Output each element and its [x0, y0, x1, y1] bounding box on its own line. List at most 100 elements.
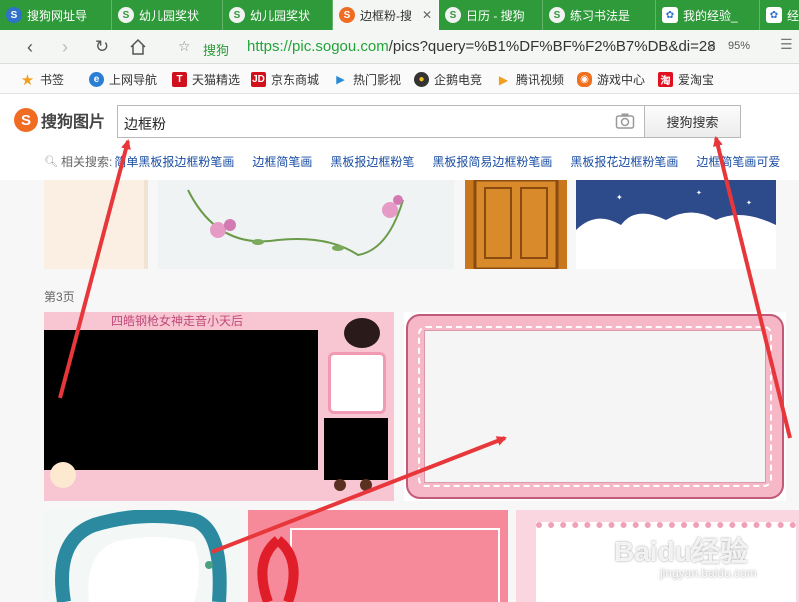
- bookmark-item[interactable]: e 上网导航: [89, 71, 157, 88]
- page-content: S 搜狗图片 边框粉 搜狗搜索 🔍︎ 相关搜索: 简单黑板报边框粉笔画 边框简笔…: [0, 94, 799, 602]
- url-path: /pics?query=%B1%DF%BF%F2%B7%DB&di=28: [388, 38, 716, 55]
- bookmark-label: 腾讯视频: [516, 73, 565, 87]
- related-link[interactable]: 边框简笔画: [252, 153, 312, 170]
- address-bar: ‹ › ↻ ☆ 搜狗 https://pic.sogou.com/pics?qu…: [0, 30, 799, 64]
- star-icon: ★: [20, 71, 35, 89]
- baidu-paw-icon: ✿: [662, 7, 678, 23]
- bookmark-label: 书签: [40, 73, 65, 87]
- tencent-video-icon: ▶: [498, 72, 509, 87]
- zoom-icon[interactable]: ⌕: [709, 38, 716, 54]
- sogou-icon: S: [445, 7, 461, 23]
- tab-1[interactable]: S 幼儿园奖状: [112, 0, 223, 30]
- reload-button[interactable]: ↻: [90, 35, 114, 59]
- sogou-pic-logo[interactable]: S 搜狗图片: [14, 108, 105, 132]
- zoom-level[interactable]: 95%: [728, 40, 750, 52]
- search-value: 边框粉: [124, 116, 166, 132]
- tab-label: 幼儿园奖状: [250, 8, 311, 23]
- chevron-right-icon: ›: [62, 36, 68, 57]
- url-field[interactable]: https://pic.sogou.com/pics?query=%B1%DF%…: [247, 38, 716, 55]
- site-name: 搜狗: [203, 43, 230, 58]
- taobao-icon: 淘: [658, 72, 673, 87]
- sogou-icon: S: [229, 7, 245, 23]
- bookmark-label: 京东商城: [271, 73, 320, 87]
- tab-7[interactable]: ✿ 经: [760, 0, 799, 30]
- tab-label: 边框粉-搜: [360, 8, 412, 23]
- image-thumbnail[interactable]: [44, 180, 148, 269]
- image-thumbnail[interactable]: [44, 510, 240, 602]
- search-input[interactable]: 边框粉: [117, 105, 645, 138]
- page-number-label: 第3页: [44, 290, 75, 304]
- sogou-icon: S: [549, 7, 565, 23]
- tab-label: 经: [787, 8, 799, 23]
- related-link[interactable]: 黑板报边框粉笔: [330, 153, 414, 170]
- watermark-url: jingyan.baidu.com: [660, 566, 757, 580]
- tab-label: 幼儿园奖状: [139, 8, 200, 23]
- search-button[interactable]: 搜狗搜索: [645, 105, 741, 138]
- camera-icon[interactable]: [614, 112, 636, 132]
- bookmark-label: 天猫精选: [192, 73, 241, 87]
- e-icon: e: [89, 72, 104, 87]
- bookmark-item[interactable]: JD 京东商城: [251, 71, 319, 88]
- related-link[interactable]: 简单黑板报边框粉笔画: [114, 153, 234, 170]
- sogou-logo-icon: S: [14, 108, 38, 132]
- penguin-icon: ●: [414, 72, 429, 87]
- thumbnail-banner-text: 四皓钢枪女神走音小天后: [111, 314, 244, 328]
- home-icon: [130, 38, 146, 55]
- bookmark-star-icon[interactable]: ☆: [178, 38, 191, 55]
- image-thumbnail[interactable]: [404, 312, 786, 501]
- bookmark-label: 热门影视: [353, 73, 402, 87]
- svg-text:✦: ✦: [746, 199, 752, 207]
- search-icon: 🔍︎: [44, 156, 58, 168]
- sogou-icon: S: [6, 7, 22, 23]
- baidu-paw-icon: ✿: [766, 7, 782, 23]
- related-link[interactable]: 黑板报花边框粉笔画: [570, 153, 678, 170]
- forward-button[interactable]: ›: [53, 35, 77, 59]
- image-thumbnail[interactable]: 四皓钢枪女神走音小天后: [44, 312, 394, 501]
- bookmark-label: 上网导航: [109, 73, 158, 87]
- bookmark-item[interactable]: ▶ 热门影视: [333, 71, 401, 88]
- tab-bar: S 搜狗网址导 S 幼儿园奖状 S 幼儿园奖状 S 边框粉-搜 ✕ S 日历 -…: [0, 0, 799, 30]
- close-icon[interactable]: ✕: [422, 8, 432, 22]
- bookmark-item[interactable]: ▶ 腾讯视频: [496, 71, 564, 88]
- sogou-icon: S: [118, 7, 134, 23]
- sogou-icon: S: [339, 7, 355, 23]
- tab-label: 我的经验_: [683, 8, 738, 23]
- reload-icon: ↻: [94, 37, 110, 56]
- tab-5[interactable]: S 练习书法是: [543, 0, 656, 30]
- related-link[interactable]: 黑板报简易边框粉笔画: [432, 153, 552, 170]
- svg-text:✦: ✦: [696, 189, 702, 197]
- browser-window: S 搜狗网址导 S 幼儿园奖状 S 幼儿园奖状 S 边框粉-搜 ✕ S 日历 -…: [0, 0, 799, 602]
- menu-icon[interactable]: ☰: [780, 36, 793, 53]
- tab-4[interactable]: S 日历 - 搜狗: [439, 0, 543, 30]
- bookmark-label: 爱淘宝: [678, 73, 715, 87]
- play-icon: ▶: [336, 74, 345, 86]
- bookmark-item[interactable]: ◉ 游戏中心: [577, 71, 645, 88]
- bookmark-item[interactable]: 淘 爱淘宝: [658, 71, 714, 88]
- bookmarks-bar: ★ 书签 e 上网导航 T 天猫精选 JD 京东商城 ▶ 热门影视 ● 企鹅电竞…: [0, 64, 799, 94]
- related-label: 相关搜索:: [60, 155, 113, 169]
- bookmark-item[interactable]: ★ 书签: [20, 71, 65, 89]
- bookmark-item[interactable]: T 天猫精选: [172, 71, 240, 88]
- related-searches: 🔍︎ 相关搜索: 简单黑板报边框粉笔画 边框简笔画 黑板报边框粉笔 黑板报简易边…: [44, 153, 799, 170]
- image-thumbnail[interactable]: [465, 180, 567, 269]
- tab-3[interactable]: S 边框粉-搜 ✕: [333, 0, 439, 30]
- tab-label: 搜狗网址导: [27, 8, 88, 23]
- image-thumbnail[interactable]: [248, 510, 508, 602]
- bookmark-label: 游戏中心: [597, 73, 646, 87]
- tab-2[interactable]: S 幼儿园奖状: [223, 0, 333, 30]
- home-button[interactable]: [126, 35, 150, 59]
- tab-6[interactable]: ✿ 我的经验_: [656, 0, 760, 30]
- back-button[interactable]: ‹: [18, 35, 42, 59]
- svg-text:✦: ✦: [616, 193, 623, 202]
- baidu-jingyan-watermark: Baidu经验: [614, 536, 748, 567]
- tab-0[interactable]: S 搜狗网址导: [0, 0, 112, 30]
- tab-label: 日历 - 搜狗: [466, 8, 525, 23]
- image-thumbnail[interactable]: [158, 180, 454, 269]
- bookmark-item[interactable]: ● 企鹅电竞: [414, 71, 482, 88]
- tmall-icon: T: [172, 72, 187, 87]
- image-thumbnail[interactable]: ✦ ✦ ✦: [576, 180, 776, 269]
- related-link[interactable]: 边框简笔画可爱: [696, 153, 780, 170]
- bookmark-label: 企鹅电竞: [434, 73, 483, 87]
- url-host: https://pic.sogou.com: [247, 38, 389, 55]
- jd-icon: JD: [251, 72, 266, 87]
